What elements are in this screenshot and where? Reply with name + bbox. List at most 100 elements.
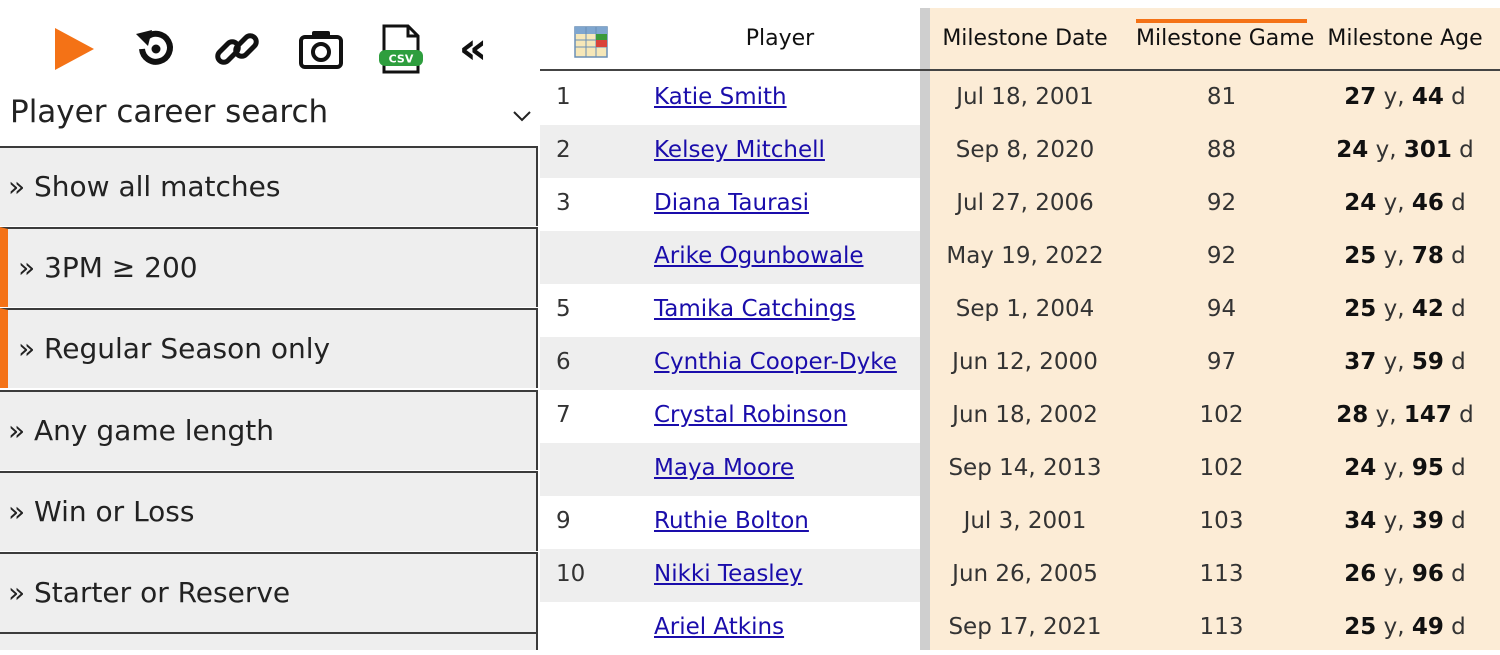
player-link[interactable]: Tamika Catchings: [654, 296, 855, 322]
table-icon[interactable]: [574, 26, 608, 58]
milestone-game-cell: 97: [1206, 349, 1237, 375]
reset-icon[interactable]: [130, 24, 180, 74]
milestone-game-cell: 102: [1199, 402, 1244, 428]
csv-icon[interactable]: CSV: [376, 24, 426, 74]
table-row: Maya Moore Sep 14, 2013 102 24 y, 95 d: [540, 443, 1500, 496]
milestone-age-cell: 25 y, 78 d: [1344, 243, 1466, 269]
filter-label: » Any game length: [8, 414, 274, 447]
milestone-date-cell: Jul 27, 2006: [956, 190, 1094, 216]
filter-win-loss[interactable]: » Win or Loss: [0, 471, 538, 551]
milestone-game-cell: 92: [1206, 190, 1237, 216]
milestone-game-cell: 81: [1206, 84, 1237, 110]
player-link[interactable]: Diana Taurasi: [654, 190, 809, 216]
filter-regular-season[interactable]: » Regular Season only: [0, 308, 538, 388]
milestone-date-cell: Sep 1, 2004: [955, 296, 1095, 322]
filter-3pm[interactable]: » 3PM ≥ 200: [0, 227, 538, 307]
milestone-game-cell: 103: [1199, 508, 1244, 534]
rank-cell: 6: [556, 349, 571, 375]
age-days: 95: [1411, 455, 1444, 481]
milestone-date-cell: Jun 12, 2000: [952, 349, 1098, 375]
age-years: 25: [1344, 243, 1377, 269]
chevron-down-icon[interactable]: [510, 104, 534, 128]
milestone-date-cell: Jul 18, 2001: [956, 84, 1094, 110]
filter-label: » Regular Season only: [18, 332, 331, 365]
milestone-date-cell: Sep 14, 2013: [948, 455, 1102, 481]
table-row: 3 Diana Taurasi Jul 27, 2006 92 24 y, 46 d: [540, 178, 1500, 231]
player-link[interactable]: Cynthia Cooper-Dyke: [654, 349, 897, 375]
age-years: 25: [1344, 296, 1377, 322]
player-link[interactable]: Nikki Teasley: [654, 561, 802, 587]
milestone-game-cell: 92: [1206, 243, 1237, 269]
age-days: 42: [1411, 296, 1444, 322]
filter-show-all-matches[interactable]: » Show all matches: [0, 146, 538, 226]
csv-label: CSV: [389, 53, 414, 66]
milestone-date-cell: Jun 18, 2002: [952, 402, 1098, 428]
player-link[interactable]: Crystal Robinson: [654, 402, 847, 428]
table-row: 10 Nikki Teasley Jun 26, 2005 113 26 y, 96 d: [540, 549, 1500, 602]
age-years: 25: [1344, 614, 1377, 640]
age-days: 39: [1411, 508, 1444, 534]
search-dropdown[interactable]: Player career search: [0, 92, 540, 146]
milestone-age-cell: 34 y, 39 d: [1344, 508, 1466, 534]
camera-icon[interactable]: [296, 24, 346, 74]
age-years: 27: [1344, 84, 1377, 110]
age-years: 24: [1344, 455, 1377, 481]
player-link[interactable]: Arike Ogunbowale: [654, 243, 864, 269]
milestone-date-cell: Sep 8, 2020: [955, 137, 1095, 163]
link-icon[interactable]: [212, 24, 262, 74]
collapse-icon[interactable]: «: [448, 24, 498, 74]
milestone-date-cell: Jun 26, 2005: [952, 561, 1098, 587]
age-days: 44: [1411, 84, 1444, 110]
play-icon[interactable]: [48, 24, 98, 74]
age-days: 46: [1411, 190, 1444, 216]
results-table: Player Milestone Date Milestone Game Mil…: [540, 0, 1500, 655]
player-link[interactable]: Maya Moore: [654, 455, 794, 481]
age-years: 24: [1344, 190, 1377, 216]
filter-next[interactable]: [0, 632, 538, 650]
header-player[interactable]: Player: [740, 26, 820, 51]
rank-cell: 1: [556, 84, 571, 110]
header-milestone-date[interactable]: Milestone Date: [935, 26, 1115, 51]
rank-cell: 9: [556, 508, 571, 534]
milestone-age-cell: 26 y, 96 d: [1344, 561, 1466, 587]
table-row: 1 Katie Smith Jul 18, 2001 81 27 y, 44 d: [540, 72, 1500, 125]
table-row: 7 Crystal Robinson Jun 18, 2002 102 28 y, 14…: [540, 390, 1500, 443]
milestone-game-cell: 94: [1206, 296, 1237, 322]
milestone-date-cell: Sep 17, 2021: [948, 614, 1102, 640]
table-row: 2 Kelsey Mitchell Sep 8, 2020 88 24 y, 301 d: [540, 125, 1500, 178]
player-link[interactable]: Kelsey Mitchell: [654, 137, 825, 163]
age-years: 28: [1336, 402, 1369, 428]
table-row: 9 Ruthie Bolton Jul 3, 2001 103 34 y, 39 d: [540, 496, 1500, 549]
sort-indicator: [1136, 19, 1307, 23]
age-days: 78: [1411, 243, 1444, 269]
player-link[interactable]: Katie Smith: [654, 84, 787, 110]
player-link[interactable]: Ariel Atkins: [654, 614, 784, 640]
milestone-age-cell: 25 y, 42 d: [1344, 296, 1466, 322]
filter-game-length[interactable]: » Any game length: [0, 390, 538, 470]
header-milestone-game[interactable]: Milestone Game: [1136, 26, 1314, 51]
player-link[interactable]: Ruthie Bolton: [654, 508, 809, 534]
milestone-age-cell: 37 y, 59 d: [1344, 349, 1466, 375]
milestone-game-cell: 102: [1199, 455, 1244, 481]
table-row: Arike Ogunbowale May 19, 2022 92 25 y, 78 d: [540, 231, 1500, 284]
milestone-date-cell: May 19, 2022: [946, 243, 1104, 269]
milestone-age-cell: 24 y, 46 d: [1344, 190, 1466, 216]
table-row: 6 Cynthia Cooper-Dyke Jun 12, 2000 97 37 y, …: [540, 337, 1500, 390]
milestone-date-cell: Jul 3, 2001: [963, 508, 1087, 534]
filter-label: » Show all matches: [8, 170, 281, 203]
age-days: 96: [1411, 561, 1444, 587]
rank-cell: 10: [556, 561, 586, 587]
table-row: Ariel Atkins Sep 17, 2021 113 25 y, 49 d: [540, 602, 1500, 655]
filter-label: » Starter or Reserve: [8, 576, 291, 609]
age-years: 24: [1336, 137, 1369, 163]
age-years: 26: [1344, 561, 1377, 587]
milestone-game-cell: 113: [1199, 614, 1244, 640]
age-days: 59: [1411, 349, 1444, 375]
milestone-age-cell: 27 y, 44 d: [1344, 84, 1466, 110]
table-row: 5 Tamika Catchings Sep 1, 2004 94 25 y, 42 d: [540, 284, 1500, 337]
search-panel: CSV « Player career search » Show all ma…: [0, 0, 540, 650]
header-milestone-age[interactable]: Milestone Age: [1320, 26, 1490, 51]
milestone-age-cell: 24 y, 301 d: [1336, 137, 1474, 163]
rank-cell: 7: [556, 402, 571, 428]
filter-starter-reserve[interactable]: » Starter or Reserve: [0, 552, 538, 632]
